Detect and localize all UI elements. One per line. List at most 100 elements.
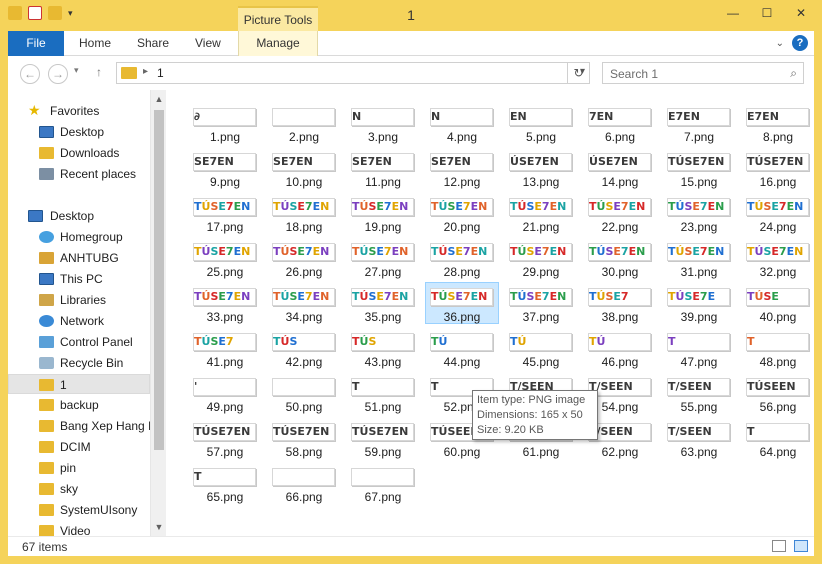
breadcrumb-separator-icon[interactable]: ▸ [143, 66, 148, 77]
address-bar[interactable]: ▸ 1 ▾ [116, 62, 590, 84]
tab-manage[interactable]: Manage [238, 31, 318, 56]
file-item[interactable]: TÚ SE7EN 59.png [346, 411, 420, 459]
minimize-button[interactable]: — [720, 4, 746, 22]
file-item[interactable]: ∂ 1.png [188, 96, 262, 144]
sidebar-item-backup[interactable]: backup [8, 395, 150, 415]
scroll-up-icon[interactable]: ▲ [151, 94, 166, 104]
file-item[interactable]: TÚ SE7EN 27.png [346, 231, 420, 279]
help-icon[interactable]: ? [792, 35, 808, 51]
sidebar-item-desktop[interactable]: Desktop [8, 122, 150, 142]
sidebar-item-downloads[interactable]: Downloads [8, 143, 150, 163]
file-item[interactable]: TÚ SE7 38.png [583, 276, 657, 324]
file-item[interactable]: 50.png [267, 366, 341, 414]
file-item[interactable]: TÚ SE7EN 21.png [504, 186, 578, 234]
file-item[interactable]: TÚ 44.png [425, 321, 499, 369]
file-item[interactable]: TÚ SE7EN 17.png [188, 186, 262, 234]
tab-share[interactable]: Share [137, 31, 169, 56]
sidebar-item-network[interactable]: Network [8, 311, 150, 331]
file-item[interactable]: E7EN 8.png [741, 96, 815, 144]
file-item[interactable]: 2.png [267, 96, 341, 144]
file-item[interactable]: TÚ SE7EN 19.png [346, 186, 420, 234]
file-item[interactable]: TÚ SE7E 39.png [662, 276, 736, 324]
file-item[interactable]: TÚ SE7EN 24.png [741, 186, 815, 234]
sidebar-item-recent-places[interactable]: Recent places [8, 164, 150, 184]
file-item[interactable]: SE7EN 12.png [425, 141, 499, 189]
file-item[interactable]: EN 5.png [504, 96, 578, 144]
file-item[interactable]: N 4.png [425, 96, 499, 144]
file-item[interactable]: TÚ SE7 41.png [188, 321, 262, 369]
file-item[interactable]: TÚ S 43.png [346, 321, 420, 369]
file-item[interactable]: TÚ SE7EN 57.png [188, 411, 262, 459]
sidebar-item-this-pc[interactable]: This PC [8, 269, 150, 289]
file-item[interactable]: TÚ SE7EN 35.png [346, 276, 420, 324]
file-item[interactable]: TÚ SE7EN 26.png [267, 231, 341, 279]
file-item[interactable]: SE7EN 9.png [188, 141, 262, 189]
file-item[interactable]: SE7EN 10.png [267, 141, 341, 189]
file-item[interactable]: E7EN 7.png [662, 96, 736, 144]
search-icon[interactable]: ⌕ [790, 66, 797, 81]
sidebar-item-systemuisony[interactable]: SystemUIsony [8, 500, 150, 520]
tab-home[interactable]: Home [79, 31, 111, 56]
sidebar-item-anhtubg[interactable]: ANHTUBG [8, 248, 150, 268]
sidebar-item-recycle-bin[interactable]: Recycle Bin [8, 353, 150, 373]
up-button[interactable]: ↑ [96, 65, 102, 79]
expand-ribbon-icon[interactable]: ⌄ [776, 38, 784, 49]
tab-view[interactable]: View [195, 31, 221, 56]
file-item[interactable]: Ú SE7EN 13.png [504, 141, 578, 189]
file-item[interactable]: TÚ SE7EN 37.png [504, 276, 578, 324]
forward-button[interactable]: → [48, 64, 68, 84]
close-button[interactable]: ✕ [788, 4, 814, 22]
sidebar-item-control-panel[interactable]: Control Panel [8, 332, 150, 352]
sidebar-item-homegroup[interactable]: Homegroup [8, 227, 150, 247]
recent-locations-icon[interactable]: ▾ [74, 65, 79, 76]
sidebar-item-pin[interactable]: pin [8, 458, 150, 478]
file-item[interactable]: TÚ SE7EN 30.png [583, 231, 657, 279]
file-item[interactable]: TÚ SE7EN 25.png [188, 231, 262, 279]
file-item[interactable]: TÚ SE7EN 15.png [662, 141, 736, 189]
file-item[interactable]: T/S E EN 63.png [662, 411, 736, 459]
file-item[interactable]: 66.png [267, 456, 341, 504]
file-item[interactable]: T 65.png [188, 456, 262, 504]
file-item[interactable]: Ú SE7EN 14.png [583, 141, 657, 189]
file-item[interactable]: 7EN 6.png [583, 96, 657, 144]
file-item[interactable]: TÚ SE7EN 36.png [425, 276, 499, 324]
file-item[interactable]: TÚ S 42.png [267, 321, 341, 369]
sidebar-item-desktop-root[interactable]: Desktop [8, 206, 150, 226]
file-item[interactable]: N 3.png [346, 96, 420, 144]
sidebar-item-favorites[interactable]: ★ Favorites [8, 101, 150, 121]
sidebar-item-bang-xep-hang[interactable]: Bang Xep Hang E [8, 416, 150, 436]
file-item[interactable]: T/S E EN 55.png [662, 366, 736, 414]
file-item[interactable]: TÚ SE 40.png [741, 276, 815, 324]
file-item[interactable]: 67.png [346, 456, 420, 504]
search-input[interactable]: Search 1 ⌕ [602, 62, 804, 84]
file-item[interactable]: T 64.png [741, 411, 815, 459]
file-item[interactable]: TÚ SE7EN 34.png [267, 276, 341, 324]
scroll-down-icon[interactable]: ▼ [151, 522, 166, 532]
sidebar-item-dcim[interactable]: DCIM [8, 437, 150, 457]
sidebar-item-libraries[interactable]: Libraries [8, 290, 150, 310]
details-view-icon[interactable] [772, 540, 786, 552]
file-item[interactable]: TÚ 46.png [583, 321, 657, 369]
sidebar-item-sky[interactable]: sky [8, 479, 150, 499]
file-item[interactable]: T 51.png [346, 366, 420, 414]
large-icons-view-icon[interactable] [794, 540, 808, 552]
navigation-scrollbar[interactable]: ▲ ▼ [150, 90, 166, 536]
file-item[interactable]: SE7EN 11.png [346, 141, 420, 189]
file-item[interactable]: TÚ SE7EN 31.png [662, 231, 736, 279]
file-item[interactable]: TÚ SE7EN 16.png [741, 141, 815, 189]
back-button[interactable]: ← [20, 64, 40, 84]
file-item[interactable]: T 47.png [662, 321, 736, 369]
sidebar-item-folder-1[interactable]: 1 [8, 374, 150, 394]
breadcrumb[interactable]: 1 [157, 66, 164, 80]
file-item[interactable]: TÚ 45.png [504, 321, 578, 369]
scrollbar-thumb[interactable] [154, 110, 164, 450]
file-item[interactable]: TÚ SE7EN 28.png [425, 231, 499, 279]
file-item[interactable]: T 48.png [741, 321, 815, 369]
sidebar-item-video[interactable]: Video [8, 521, 150, 536]
file-item[interactable]: TÚ SE7EN 58.png [267, 411, 341, 459]
file-item[interactable]: ' 49.png [188, 366, 262, 414]
file-item[interactable]: TÚ SE7EN 23.png [662, 186, 736, 234]
file-item[interactable]: TÚ SE7EN 33.png [188, 276, 262, 324]
file-item[interactable]: TÚ SE7EN 22.png [583, 186, 657, 234]
file-item[interactable]: TÚ SE7EN 29.png [504, 231, 578, 279]
